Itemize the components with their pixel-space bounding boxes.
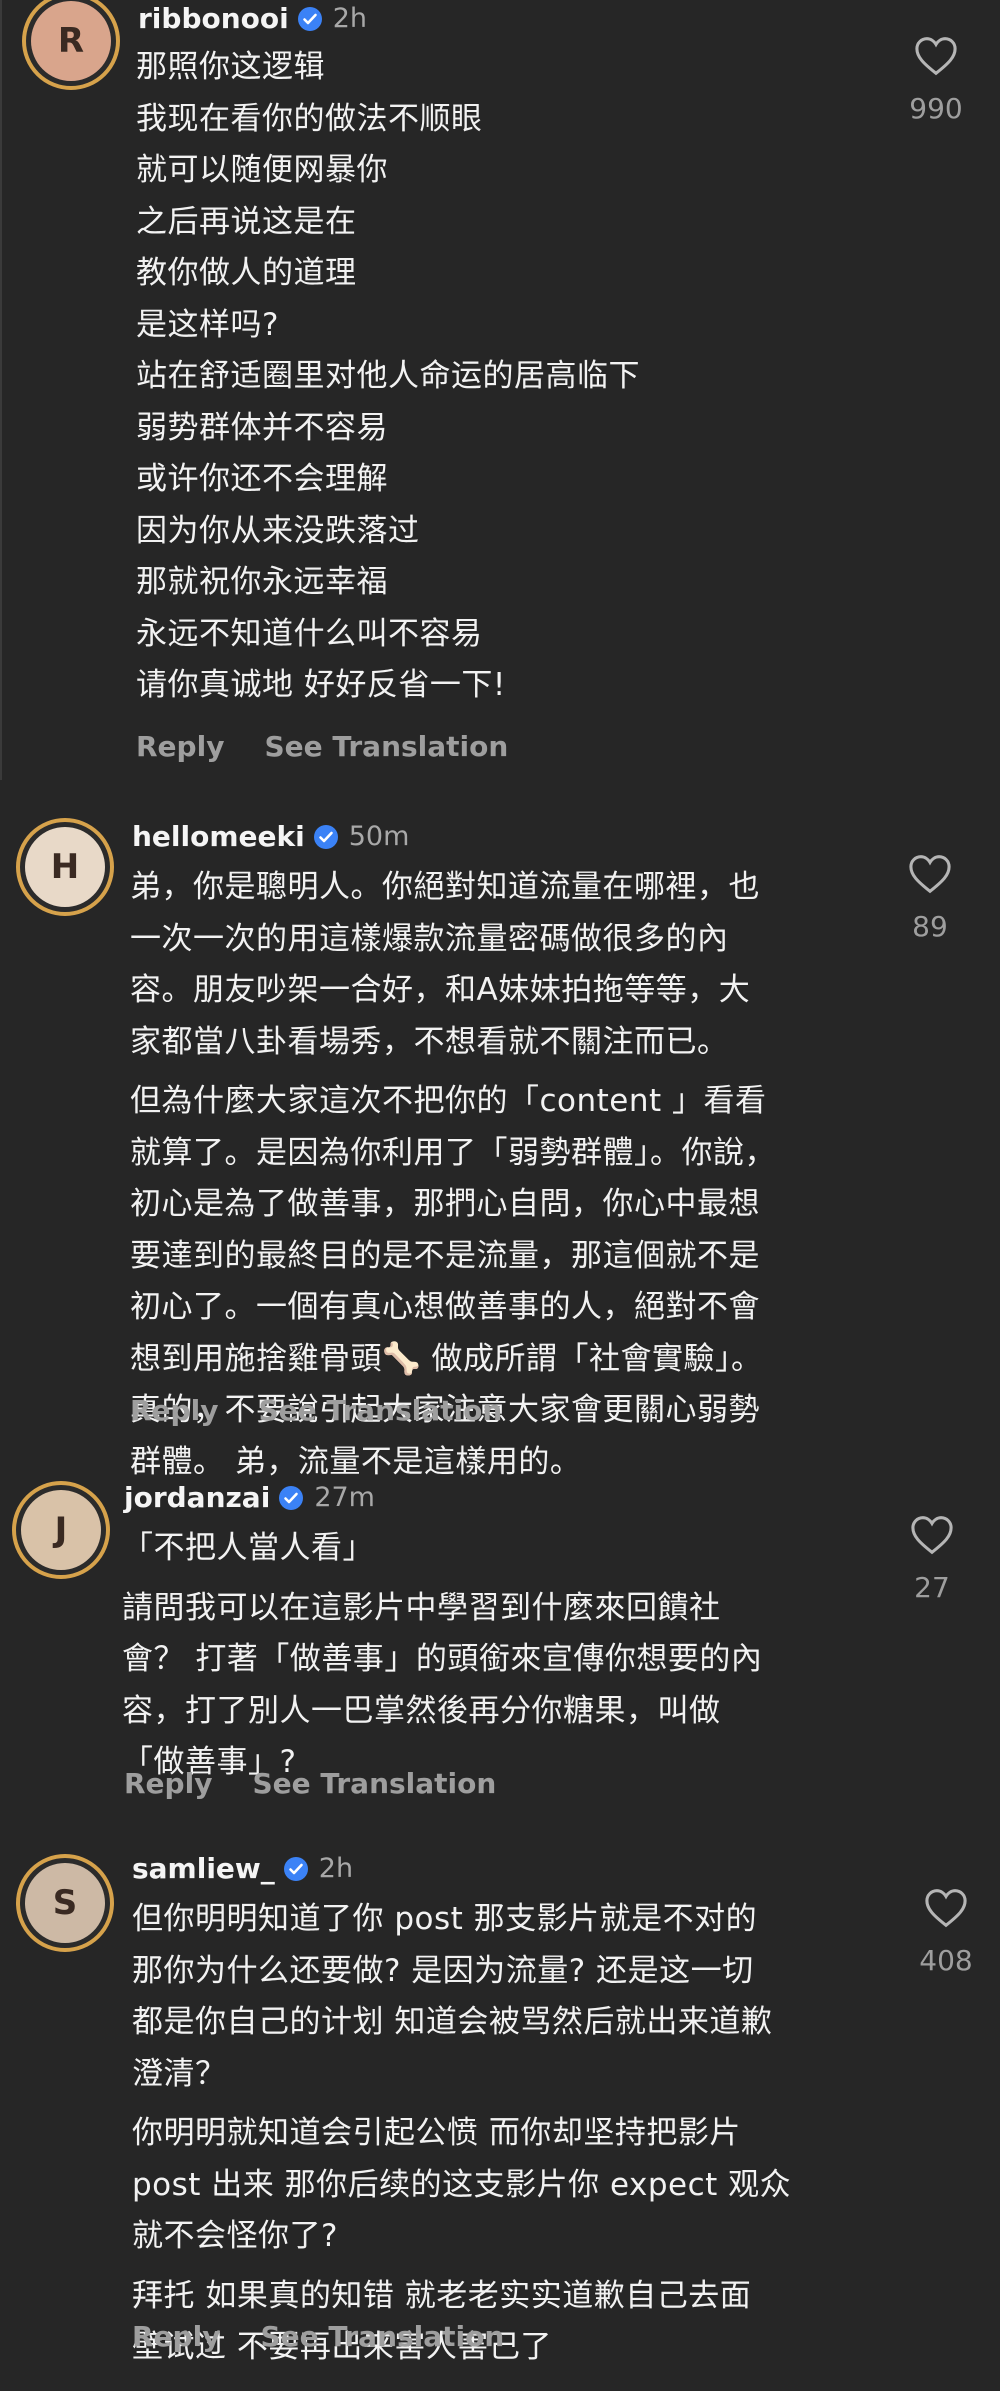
verified-badge-icon (283, 1856, 309, 1882)
reply-button[interactable]: Reply (130, 1394, 218, 1427)
user-portrait-icon: H (25, 827, 105, 907)
like-count: 990 (909, 92, 963, 125)
user-portrait-icon: R (31, 1, 111, 81)
comment-line: 一次一次的用這樣爆款流量密碼做很多的內 (130, 920, 729, 957)
username[interactable]: jordanzai (124, 1481, 270, 1514)
comment-line: 你明明就知道会引起公愤 而你却坚持把影片 (132, 2115, 741, 2151)
avatar[interactable]: H (16, 818, 114, 916)
comment-line: 那就祝你永远幸福 (136, 564, 388, 600)
verified-badge-icon (278, 1485, 304, 1511)
comment-line: 教你做人的道理 (136, 255, 357, 291)
see-translation-button[interactable]: See Translation (258, 1394, 502, 1427)
heart-icon[interactable] (910, 1515, 954, 1555)
comment-time: 50m (348, 821, 410, 852)
verified-badge-icon (313, 824, 339, 850)
comment-line: 家都當八卦看場秀，不想看就不關注而已。 (130, 1023, 729, 1060)
comment-line: 要達到的最終目的是不是流量，那這個就不是 (130, 1237, 760, 1274)
comment-line: 拜托 如果真的知错 就老老实实道歉自己去面 (132, 2277, 752, 2314)
comment-line: 初心了。一個有真心想做善事的人，絕對不會 (130, 1289, 760, 1325)
user-portrait-icon: S (25, 1863, 105, 1943)
comment-line: 站在舒适圈里对他人命运的居高临下 (136, 358, 640, 394)
like-count: 89 (912, 910, 948, 943)
comment-text: 但你明明知道了你 post 那支影片就是不对的 那你为什么还要做? 是因为流量? … (132, 1894, 791, 2374)
username[interactable]: hellomeeki (132, 820, 305, 853)
like-count: 27 (914, 1571, 950, 1604)
username[interactable]: samliew_ (132, 1852, 275, 1885)
comment-text: 「不把人當人看」請問我可以在這影片中學習到什麼來回饋社會？ 打著「做善事」的頭銜… (122, 1523, 762, 1789)
avatar[interactable]: R (22, 0, 120, 90)
comment-line: 容，打了別人一巴掌然後再分你糖果，叫做 (122, 1692, 721, 1729)
comment-time: 2h (332, 3, 368, 34)
comment-line: 就不会怪你了? (132, 2218, 338, 2254)
comment-line: 初心是為了做善事，那捫心自問，你心中最想 (130, 1186, 760, 1222)
comment-paragraph: 弟，你是聰明人。你絕對知道流量在哪裡，也 一次一次的用這樣爆款流量密碼做很多的內容… (130, 862, 776, 1068)
heart-icon[interactable] (908, 854, 952, 894)
comment-line: 但你明明知道了你 post 那支影片就是不对的 (132, 1901, 758, 1937)
comment-line: 都是你自己的计划 知道会被骂然后就出来道歉 (132, 2004, 773, 2040)
comment-line: 永远不知道什么叫不容易 (136, 615, 483, 652)
like-count: 408 (919, 1944, 973, 1977)
comment-line: 想到用施捨雞骨頭🦴 做成所謂「社會實驗」。 (130, 1340, 763, 1377)
comment-line: 但為什麼大家這次不把你的「content 」看看 (130, 1083, 767, 1119)
comment-line: 容。朋友吵架一合好，和A妹妹拍拖等等，大 (130, 972, 751, 1008)
comment-line: 會？ 打著「做善事」的頭銜來宣傳你想要的內 (122, 1641, 763, 1677)
comment-line: 是这样吗? (136, 306, 279, 343)
avatar[interactable]: J (12, 1481, 110, 1579)
comment-text: 那照你这逻辑我现在看你的做法不顺眼 就可以随便网暴你 之后再说这是在 教你做人的道理是… (136, 42, 640, 712)
comment-paragraph: 「不把人當人看」 (122, 1523, 762, 1575)
comment-line: 「不把人當人看」 (122, 1530, 374, 1566)
comment-paragraph: 但你明明知道了你 post 那支影片就是不对的 那你为什么还要做? 是因为流量? … (132, 1894, 791, 2100)
see-translation-button[interactable]: See Translation (264, 730, 508, 763)
reply-button[interactable]: Reply (124, 1767, 212, 1800)
comment-line: 之后再说这是在 (136, 203, 357, 240)
heart-icon[interactable] (914, 36, 958, 76)
comment-line: 那你为什么还要做? 是因为流量? 还是这一切 (132, 1952, 754, 1989)
user-portrait-icon: J (21, 1490, 101, 1570)
comment-paragraph: 你明明就知道会引起公愤 而你却坚持把影片 post 出来 那你后续的这支影片你 e… (132, 2108, 791, 2263)
comment-line: 請問我可以在這影片中學習到什麼來回饋社 (122, 1589, 721, 1626)
comment-line: post 出来 那你后续的这支影片你 expect 观众 (132, 2166, 792, 2203)
comment-line: 澄清？ (132, 2055, 227, 2092)
thread-line (0, 0, 2, 780)
see-translation-button[interactable]: See Translation (260, 2320, 504, 2353)
comment-line: 或许你还不会理解 (136, 461, 388, 497)
avatar[interactable]: S (16, 1854, 114, 1952)
comment-line: 就算了。是因為你利用了「弱勢群體」。你說， (130, 1134, 776, 1171)
comment-line: 弟，你是聰明人。你絕對知道流量在哪裡，也 (130, 869, 760, 905)
comment-line: 就可以随便网暴你 (136, 152, 388, 188)
comment-line: 那照你这逻辑 (136, 49, 325, 85)
heart-icon[interactable] (924, 1888, 968, 1928)
comment-time: 27m (314, 1482, 375, 1513)
reply-button[interactable]: Reply (136, 730, 224, 763)
comment-paragraph: 那照你这逻辑我现在看你的做法不顺眼 就可以随便网暴你 之后再说这是在 教你做人的道理是… (136, 42, 640, 712)
comment-paragraph: 請問我可以在這影片中學習到什麼來回饋社會？ 打著「做善事」的頭銜來宣傳你想要的內… (122, 1583, 762, 1789)
comment-line: 弱势群体并不容易 (136, 409, 388, 446)
comment-line: 请你真诚地 好好反省一下! (136, 667, 506, 703)
comment-time: 2h (318, 1853, 354, 1884)
comment-line: 因为你从来没跌落过 (136, 512, 420, 549)
verified-badge-icon (297, 6, 323, 32)
reply-button[interactable]: Reply (132, 2320, 220, 2353)
username[interactable]: ribbonooi (138, 2, 289, 35)
comment-line: 我现在看你的做法不顺眼 (136, 100, 483, 137)
see-translation-button[interactable]: See Translation (252, 1767, 496, 1800)
